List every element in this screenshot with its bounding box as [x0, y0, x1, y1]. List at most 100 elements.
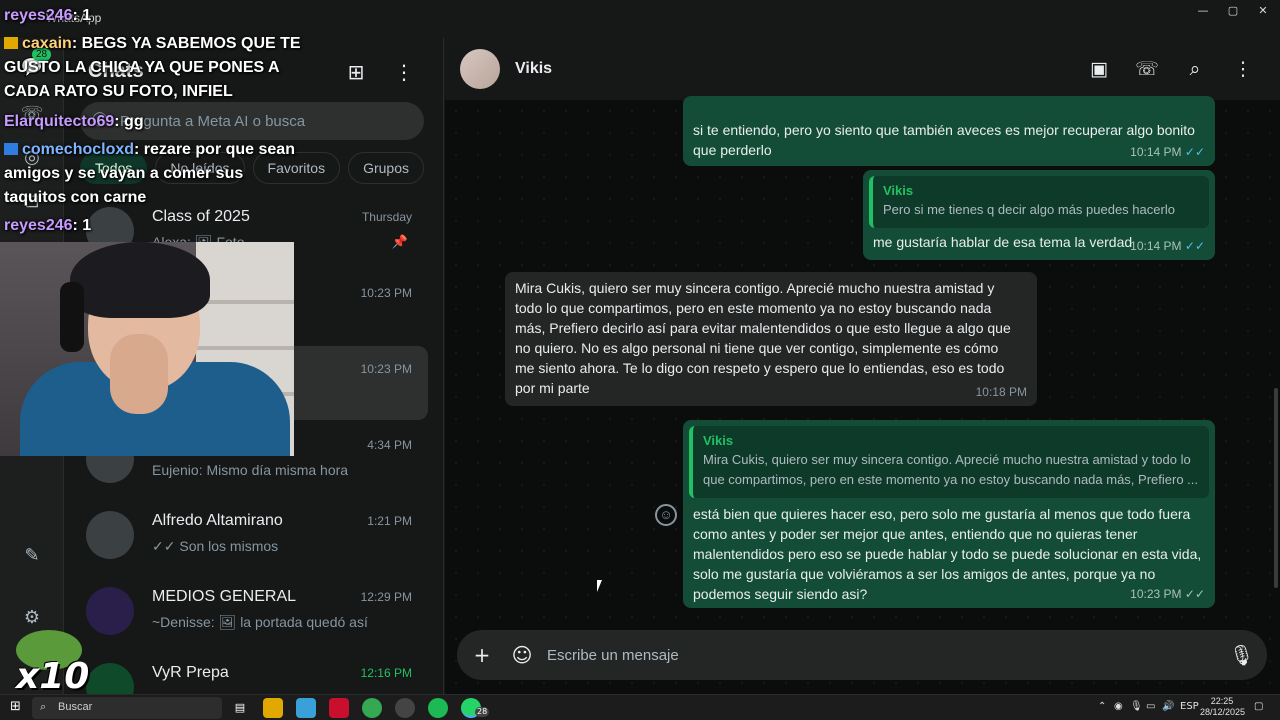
chat-time: Thursday — [361, 210, 412, 224]
pin-icon: 📌 — [391, 234, 408, 249]
stream-chat-user: caxain — [22, 35, 72, 52]
multiplier-label: x10 — [16, 656, 90, 697]
taskbar-clock[interactable]: 22:25 28/12/2025 — [1200, 696, 1246, 718]
chat-preview: Eujenio: Mismo día misma hora — [152, 462, 349, 478]
clock-date: 28/12/2025 — [1200, 707, 1246, 717]
message-input[interactable] — [547, 630, 1207, 680]
new-chat-icon[interactable]: ⊞ — [342, 58, 370, 86]
whatsapp-taskbar-icon[interactable]: 28 — [461, 698, 490, 718]
phone-icon[interactable]: ☏ — [1134, 56, 1160, 82]
message-time: 10:18 PM — [975, 385, 1027, 399]
microphone-icon[interactable]: 🎙 — [1229, 643, 1254, 667]
obs-icon[interactable] — [395, 698, 415, 718]
stream-chat-line: Elarquitecto69: gg — [4, 110, 144, 134]
chrome-icon[interactable] — [362, 698, 382, 718]
tray-app-icon[interactable]: ◉ — [1114, 701, 1123, 712]
search-input[interactable] — [120, 102, 410, 140]
microphone-icon[interactable]: 🎙 — [1130, 701, 1143, 712]
stream-chat-line: comechocloxd: rezare por que sean amigos… — [4, 138, 304, 210]
taskbar-search[interactable]: ⌕ Buscar — [32, 697, 222, 719]
streamer-hair — [70, 242, 210, 318]
whatsapp-badge: 28 — [475, 707, 490, 717]
stream-chat-user: reyes246 — [4, 217, 73, 234]
stream-chat-text: : 1 — [72, 7, 92, 24]
message-outgoing-reply[interactable]: Vikis Pero si me tienes q decir algo más… — [863, 170, 1215, 260]
spotify-icon[interactable] — [428, 698, 448, 718]
frog-emote-overlay: x10 — [10, 626, 90, 697]
quoted-author: Vikis — [883, 183, 914, 198]
sticker-icon[interactable]: ☺ — [510, 643, 534, 667]
windows-start-icon[interactable]: ⊞ — [10, 700, 24, 714]
headset — [60, 282, 84, 352]
app-icon[interactable] — [329, 698, 349, 718]
chat-name: MEDIOS GENERAL — [152, 588, 297, 605]
desktop: WhatsApp — ▢ ✕ 💬 28 ☏ ◎ ⊡ ✎ ⚙ Chats ⊞ ⋮ … — [0, 0, 1280, 720]
stream-chat-line: caxain: BEGS YA SABEMOS QUE TE GUSTO LA … — [4, 32, 324, 104]
taskbar-search-label: Buscar — [58, 701, 93, 713]
filter-grupos[interactable]: Grupos — [348, 152, 425, 184]
quoted-author: Vikis — [703, 433, 734, 448]
chat-time: 12:16 PM — [360, 666, 412, 680]
chat-item-medios-general[interactable]: MEDIOS GENERAL 12:29 PM ~Denisse: 🖼 la p… — [72, 574, 428, 648]
chat-preview: ✓✓ Son los mismos — [152, 538, 279, 554]
menu-dots-icon[interactable]: ⋮ — [1230, 56, 1256, 82]
chat-time: 4:34 PM — [367, 438, 412, 452]
scrollbar[interactable] — [1274, 388, 1278, 588]
video-call-icon[interactable]: ▣ — [1086, 56, 1112, 82]
stream-chat-user: comechocloxd — [22, 141, 135, 158]
message-text: Mira Cukis, quiero ser muy sincera conti… — [515, 280, 1011, 396]
contact-name[interactable]: Vikis — [515, 60, 552, 78]
contact-avatar[interactable] — [460, 49, 500, 89]
chat-item-alfredo-altamirano[interactable]: Alfredo Altamirano 1:21 PM ✓✓ Son los mi… — [72, 498, 428, 572]
quoted-text: Pero si me tienes q decir algo más puede… — [883, 202, 1175, 217]
stream-chat-user: reyes246 — [4, 7, 73, 24]
message-outgoing[interactable]: si te entiendo, pero yo siento que tambi… — [683, 96, 1215, 166]
close-button[interactable]: ✕ — [1248, 4, 1278, 18]
conversation-pane: Vikis ▣ ☏ ⌕ ⋮ si te entiendo, pero yo si… — [445, 38, 1280, 694]
streamer-hand — [110, 334, 168, 414]
stream-chat-user: Elarquitecto69 — [4, 113, 115, 130]
search-icon: ⌕ — [40, 700, 47, 713]
volume-icon[interactable]: 🔊 — [1162, 701, 1174, 712]
message-incoming[interactable]: Mira Cukis, quiero ser muy sincera conti… — [505, 272, 1037, 406]
minimize-button[interactable]: — — [1188, 4, 1218, 18]
chat-time: 12:29 PM — [360, 590, 412, 604]
clock-time: 22:25 — [1210, 696, 1234, 706]
stream-chat-text: : 1 — [72, 217, 92, 234]
avatar — [86, 511, 134, 559]
chat-name: Class of 2025 — [152, 208, 250, 225]
read-ticks-icon: ✓✓ — [1184, 145, 1205, 159]
message-time: 10:14 PM — [1130, 145, 1182, 159]
language-indicator[interactable]: ESP — [1180, 701, 1199, 712]
read-ticks-icon: ✓✓ — [1184, 239, 1205, 253]
chat-preview: ~Denisse: 🖼 la portada quedó así — [152, 614, 368, 630]
webcam-overlay — [0, 242, 294, 456]
quoted-message[interactable]: Vikis Pero si me tienes q decir algo más… — [869, 176, 1209, 228]
file-explorer-icon[interactable] — [263, 698, 283, 718]
chat-time: 10:23 PM — [360, 286, 412, 300]
task-view-icon[interactable]: ▤ — [230, 698, 250, 718]
message-outgoing-reply[interactable]: Vikis Mira Cukis, quiero ser muy sincera… — [683, 420, 1215, 608]
crown-badge-icon — [4, 37, 18, 49]
menu-dots-icon[interactable]: ⋮ — [390, 58, 418, 86]
network-icon[interactable]: ▭ — [1146, 701, 1155, 712]
quoted-message[interactable]: Vikis Mira Cukis, quiero ser muy sincera… — [689, 426, 1209, 498]
react-emoji-icon[interactable]: ☺ — [655, 504, 677, 526]
attach-plus-icon[interactable]: + — [470, 643, 494, 667]
message-time: 10:14 PM — [1130, 239, 1182, 253]
taskbar: ⊞ ⌕ Buscar ▤ 28 ⌃ ◉ 🎙 ▭ 🔊 ESP 22:25 28/1… — [0, 694, 1280, 720]
stream-chat-text: : gg — [114, 113, 144, 130]
message-time: 10:23 PM — [1130, 587, 1182, 601]
quoted-text: Mira Cukis, quiero ser muy sincera conti… — [703, 452, 1198, 487]
message-meta: 10:23 PM ✓✓ — [1130, 584, 1205, 604]
app-icon[interactable] — [296, 698, 316, 718]
conversation-header[interactable]: Vikis ▣ ☏ ⌕ ⋮ — [445, 38, 1280, 100]
edit-profile-icon[interactable]: ✎ — [20, 544, 44, 568]
notification-icon[interactable]: ▢ — [1254, 701, 1263, 712]
tray-chevron-icon[interactable]: ⌃ — [1098, 701, 1106, 712]
search-icon[interactable]: ⌕ — [1182, 56, 1208, 82]
message-composer: + ☺ 🎙 — [457, 630, 1267, 680]
stream-chat-line: reyes246: 1 — [4, 214, 91, 238]
maximize-button[interactable]: ▢ — [1218, 4, 1248, 18]
chat-name: VyR Prepa — [152, 664, 229, 681]
